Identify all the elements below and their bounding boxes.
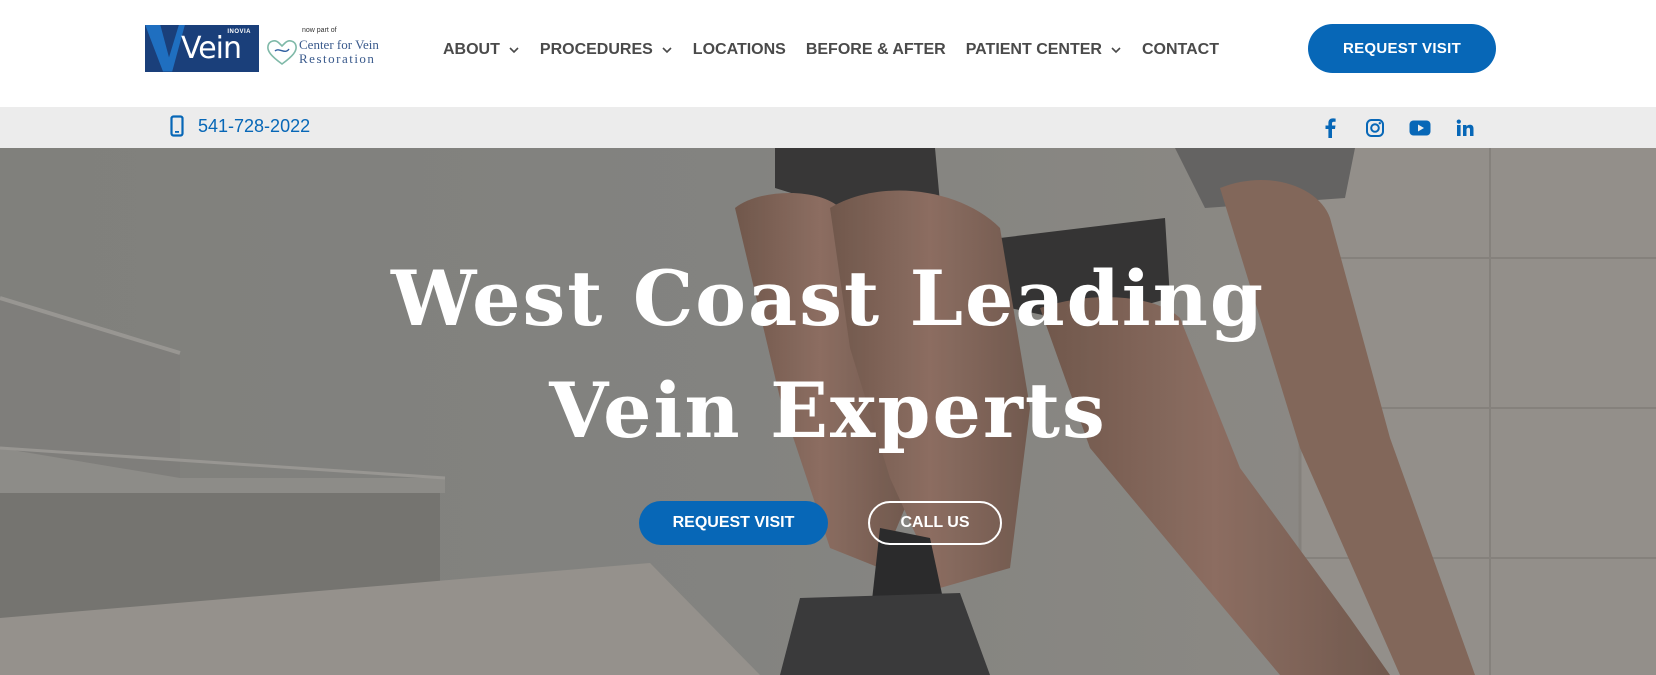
phone-number: 541-728-2022 bbox=[198, 115, 311, 136]
chevron-down-icon bbox=[662, 47, 672, 54]
request-visit-button[interactable]: REQUEST VISIT bbox=[1308, 24, 1496, 73]
nav-item-before-after[interactable]: BEFORE & AFTER bbox=[806, 41, 946, 59]
phone-link[interactable]: 541-728-2022 bbox=[170, 115, 310, 137]
nav-item-patient-center[interactable]: PATIENT CENTER bbox=[966, 41, 1122, 59]
site-logo[interactable]: INOVIA Vein now part of Center for Vein … bbox=[145, 24, 389, 72]
site-header: INOVIA Vein now part of Center for Vein … bbox=[0, 0, 1656, 107]
hero-title: West Coast Leading Vein Experts bbox=[0, 243, 1656, 467]
partner-logo: now part of Center for Vein Restoration bbox=[265, 25, 389, 72]
youtube-icon[interactable] bbox=[1408, 116, 1432, 140]
hero-title-line1: West Coast Leading bbox=[390, 254, 1266, 343]
logo-vein-text: Vein bbox=[181, 30, 242, 66]
chevron-down-icon bbox=[1111, 47, 1121, 54]
hero-section: West Coast Leading Vein Experts REQUEST … bbox=[0, 148, 1656, 675]
hero-title-line2: Vein Experts bbox=[549, 366, 1107, 455]
heart-icon bbox=[267, 39, 297, 65]
hero-request-visit-button[interactable]: REQUEST VISIT bbox=[639, 501, 828, 545]
social-links bbox=[1318, 116, 1498, 140]
contact-bar: 541-728-2022 bbox=[0, 107, 1656, 148]
nav-item-procedures[interactable]: PROCEDURES bbox=[540, 41, 673, 59]
nav-label: LOCATIONS bbox=[692, 41, 786, 58]
nav-item-contact[interactable]: CONTACT bbox=[1142, 41, 1219, 59]
chevron-down-icon bbox=[509, 47, 519, 54]
nav-label: BEFORE & AFTER bbox=[805, 41, 946, 58]
linkedin-icon[interactable] bbox=[1453, 116, 1477, 140]
nav-label: CONTACT bbox=[1141, 41, 1220, 58]
facebook-icon[interactable] bbox=[1318, 116, 1342, 140]
nav-item-locations[interactable]: LOCATIONS bbox=[693, 41, 786, 59]
partner-name-line2: Restoration bbox=[299, 50, 376, 66]
hero-call-us-button[interactable]: CALL US bbox=[868, 501, 1002, 545]
nav-label: PROCEDURES bbox=[539, 41, 653, 58]
now-part-of-text: now part of bbox=[302, 26, 337, 34]
inovia-vein-logo: INOVIA Vein bbox=[145, 24, 259, 72]
nav-item-about[interactable]: ABOUT bbox=[443, 41, 520, 59]
logo-v-shape bbox=[145, 24, 185, 72]
nav-label: PATIENT CENTER bbox=[965, 41, 1102, 58]
instagram-icon[interactable] bbox=[1363, 116, 1387, 140]
main-nav: ABOUT PROCEDURES LOCATIONS BEFORE & AFTE… bbox=[443, 38, 1239, 62]
mobile-phone-icon bbox=[170, 115, 184, 137]
nav-label: ABOUT bbox=[443, 41, 500, 58]
